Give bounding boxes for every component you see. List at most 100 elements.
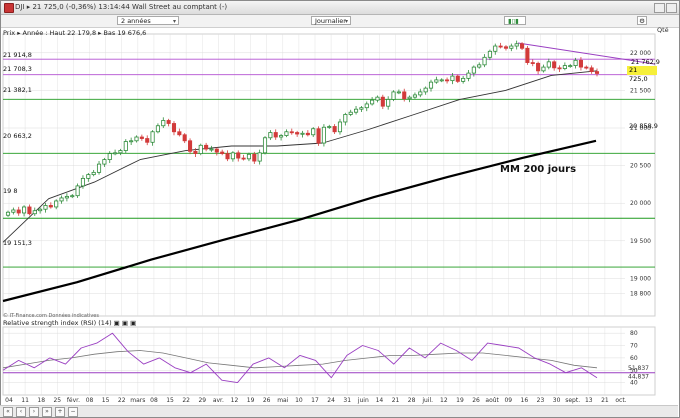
level-label: 19 151,3 [3, 239, 32, 247]
moving-averages [2, 70, 598, 303]
candle-body [91, 171, 96, 176]
candle-body [284, 131, 289, 136]
candle-body [573, 59, 578, 66]
candle-body [487, 50, 492, 58]
y-tick-label: 21 500 [630, 87, 651, 94]
rsi-tick-label: 70 [630, 343, 638, 350]
x-tick-label: 19 [456, 397, 464, 404]
candle-body [5, 211, 11, 216]
candle-body [166, 120, 171, 124]
candle-body [461, 77, 466, 82]
candle-body [375, 96, 380, 101]
candle-body [552, 61, 557, 69]
y-tick-label: 20 500 [630, 163, 651, 170]
candle-body [471, 66, 476, 74]
candle-body [311, 128, 316, 136]
candle-body [11, 209, 16, 213]
x-tick-label: 21 [392, 397, 400, 404]
candle-body [48, 205, 53, 208]
x-tick-label: 21 [601, 397, 609, 404]
candle-body [236, 152, 241, 159]
zoom-in-icon[interactable]: + [55, 407, 65, 417]
candle-body [466, 72, 471, 79]
x-tick-label: 11 [21, 397, 29, 404]
candle-body [396, 91, 401, 94]
main-plot-frame [2, 33, 656, 317]
right-level-label: 21 762,9 [631, 58, 660, 66]
candle-body [220, 151, 225, 154]
candle-body [568, 65, 573, 67]
candle-body [252, 153, 257, 162]
last-page-icon[interactable]: » [42, 407, 52, 417]
level-label: 21 914,8 [3, 51, 32, 59]
rsi-ma-line [2, 350, 598, 369]
candle-body [64, 196, 69, 199]
y-tick-label: 20 000 [630, 200, 651, 207]
rsi-tick-label: 80 [630, 330, 638, 337]
x-tick-label: févr. [67, 397, 80, 404]
candle-body [177, 131, 182, 136]
next-page-icon[interactable]: › [29, 407, 39, 417]
candle-body [412, 94, 417, 98]
candle-body [584, 66, 589, 69]
candle-body [546, 61, 551, 68]
candle-body [279, 135, 284, 138]
candle-body [348, 111, 353, 115]
prev-page-icon[interactable]: ‹ [16, 407, 26, 417]
candle-body [155, 125, 160, 133]
y-tick-label: 22 000 [630, 50, 651, 57]
rsi-title: Relative strength index (RSI) (14) ▣ ▣ ▣ [3, 319, 137, 327]
candle-body [113, 152, 118, 155]
candle-body [32, 210, 37, 215]
candle-body [450, 75, 455, 82]
candle-body [129, 140, 134, 143]
y-tick-label: 19 500 [630, 238, 651, 245]
ma-short-line [2, 70, 598, 243]
rsi-tick-label: 60 [630, 355, 638, 362]
candle-body [509, 45, 514, 49]
candle-body [525, 47, 530, 63]
candle-body [407, 96, 412, 100]
x-tick-label: 22 [118, 397, 126, 404]
candle-body [423, 87, 428, 93]
x-tick-label: 25 [53, 397, 61, 404]
x-tick-label: 18 [37, 397, 45, 404]
x-tick-label: juil. [421, 397, 433, 404]
x-tick-label: 23 [537, 397, 545, 404]
candle-body [541, 66, 546, 72]
candle-body [134, 136, 139, 142]
candle-body [380, 96, 385, 107]
rsi-plot-frame [2, 326, 656, 396]
candle-body [102, 159, 107, 165]
zoom-out-icon[interactable]: − [68, 407, 78, 417]
x-axis: 04 11 18 25 févr. 08 15 22 mars 08 15 22 29 avr. 12 19 2… [5, 397, 627, 404]
candle-body [59, 197, 64, 202]
candle-body [161, 120, 166, 127]
x-tick-label: 12 [231, 397, 239, 404]
x-tick-label: 09 [504, 397, 512, 404]
candle-body [557, 67, 562, 70]
candle-body [498, 45, 503, 48]
candle-body [327, 126, 332, 128]
candle-body [562, 65, 567, 69]
candle-body [386, 99, 391, 107]
candle-body [225, 153, 230, 160]
x-tick-label: 31 [343, 397, 351, 404]
candle-body [391, 91, 396, 100]
chart-canvas[interactable]: 18 80019 00019 50020 00020 50021 00021 5… [0, 0, 680, 418]
x-tick-label: 17 [311, 397, 319, 404]
candle-body [209, 148, 214, 151]
candle-body [257, 152, 262, 162]
candle-body [80, 177, 86, 187]
first-page-icon[interactable]: « [3, 407, 13, 417]
candle-body [359, 107, 364, 110]
x-tick-label: 30 [553, 397, 561, 404]
rsi-value-label: 44,837 [628, 374, 649, 381]
candle-body [171, 123, 177, 133]
candle-body [578, 59, 583, 68]
x-tick-label: juin [357, 397, 369, 404]
x-tick-label: oct. [615, 397, 626, 404]
candle-body [86, 174, 91, 179]
candle-body [536, 62, 541, 72]
last-price-badge: 21 725,0 [627, 66, 657, 83]
